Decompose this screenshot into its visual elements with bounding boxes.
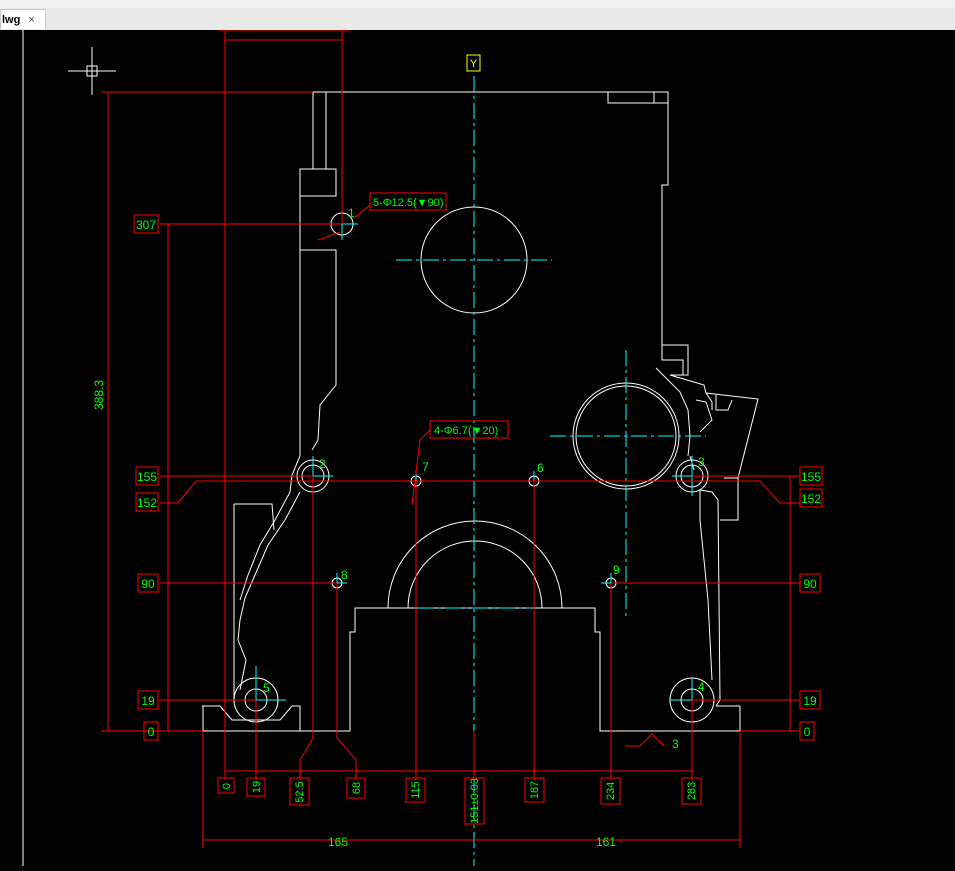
cad-drawing: 307 155 152 90 19 0 388.3 155 152 90 19 …: [22, 29, 823, 866]
dim-left-307: 307: [136, 218, 156, 232]
dim-span-right: 161: [596, 835, 616, 849]
document-tab-label: lwg: [2, 13, 21, 26]
part-outline: [202, 91, 759, 732]
dim-right-19: 19: [803, 694, 817, 708]
dim-bottom-151: 151±0.03: [469, 778, 481, 824]
dim-left-155: 155: [137, 470, 157, 484]
svg-text:Y: Y: [470, 58, 478, 70]
document-tab-bar: lwg ×: [0, 8, 955, 31]
dim-bottom-52-5: 52.5: [294, 781, 306, 802]
hole-label-2: 2: [319, 457, 326, 471]
close-icon[interactable]: ×: [28, 14, 34, 26]
dim-left-152: 152: [137, 496, 157, 510]
dim-bottom-187: 187: [529, 781, 541, 799]
hole-label-7: 7: [422, 460, 429, 474]
hole-number-labels: 1 2 3 4 5 6 7 8 9: [263, 206, 705, 695]
left-dimension-labels: 307 155 152 90 19 0 388.3: [92, 214, 159, 741]
right-dimension-labels: 155 152 90 19 0: [799, 466, 823, 741]
bottom-dimension-labels: 0 19 52.5 68 115 151±0.03 187 234 283 16…: [217, 777, 702, 849]
dim-right-155: 155: [801, 470, 821, 484]
hole-crosses: [226, 208, 714, 734]
crosshair-cursor: [68, 47, 116, 95]
dim-bottom-283: 283: [686, 782, 698, 800]
note-large-holes: 5-Φ12.5(▼90): [373, 197, 443, 209]
hole-label-8: 8: [341, 568, 348, 582]
dim-left-90: 90: [141, 577, 155, 591]
dim-bottom-68: 68: [351, 782, 363, 794]
dim-right-152: 152: [801, 492, 821, 506]
hole-notes: 5-Φ12.5(▼90) 4-Φ6.7(▼20): [369, 192, 509, 439]
dim-left-19: 19: [141, 694, 155, 708]
hole-label-4: 4: [698, 680, 705, 694]
dim-bottom-19: 19: [251, 781, 263, 793]
hole-label-9: 9: [613, 563, 620, 577]
dim-right-90: 90: [803, 577, 817, 591]
hole-label-5: 5: [263, 681, 270, 695]
hole-label-3: 3: [698, 455, 705, 469]
corner-mark-label: 3: [672, 737, 679, 751]
note-small-holes: 4-Φ6.7(▼20): [434, 425, 498, 437]
document-tab[interactable]: lwg ×: [0, 9, 46, 29]
dim-bottom-115: 115: [410, 781, 422, 799]
hole-label-6: 6: [537, 461, 544, 475]
dim-overall-height: 388.3: [92, 380, 106, 410]
dim-span-left: 165: [328, 835, 348, 849]
dim-right-0: 0: [804, 725, 811, 739]
dimension-lines: [101, 29, 800, 848]
drawing-canvas[interactable]: 307 155 152 90 19 0 388.3 155 152 90 19 …: [0, 29, 955, 866]
dim-bottom-0: 0: [221, 783, 233, 789]
dim-bottom-234: 234: [605, 782, 617, 800]
hole-label-1: 1: [348, 206, 355, 220]
center-lines: [224, 76, 706, 866]
axis-tag-y: Y: [466, 54, 481, 72]
dim-left-0: 0: [148, 725, 155, 739]
